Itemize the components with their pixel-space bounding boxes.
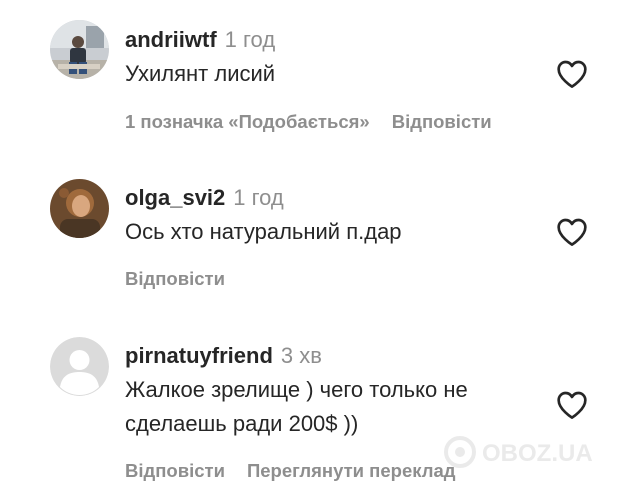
- oboz-logo-icon: OBOZ.UA: [444, 436, 593, 468]
- user-photo-avatar-icon: [50, 20, 109, 79]
- timestamp[interactable]: 1 год: [233, 185, 283, 210]
- heart-icon: [557, 218, 587, 247]
- likes-count-link[interactable]: 1 позначка «Подобається»: [125, 111, 370, 132]
- avatar[interactable]: [50, 179, 109, 238]
- username[interactable]: andriiwtf: [125, 27, 217, 52]
- comment-actions: 1 позначка «Подобається» Відповісти: [125, 111, 492, 133]
- avatar[interactable]: [50, 337, 109, 396]
- heart-icon: [557, 391, 587, 419]
- user-photo-avatar-icon: [50, 179, 109, 238]
- comment-text-line: сделаешь ради 200$ )): [125, 411, 359, 436]
- username[interactable]: olga_svi2: [125, 185, 225, 210]
- svg-text:OBOZ.UA: OBOZ.UA: [482, 440, 593, 467]
- reply-button[interactable]: Відповісти: [125, 268, 225, 289]
- username[interactable]: pirnatuyfriend: [125, 343, 273, 368]
- see-translation-button[interactable]: Переглянути переклад: [247, 460, 456, 481]
- like-button[interactable]: [556, 217, 588, 247]
- avatar[interactable]: [50, 20, 109, 79]
- heart-icon: [557, 60, 587, 88]
- watermark-logo: OBOZ.UA: [442, 432, 602, 472]
- comment-actions: Відповісти Переглянути переклад: [125, 460, 456, 482]
- comment-header: andriiwtf 1 год: [125, 26, 275, 54]
- like-button[interactable]: [556, 59, 588, 89]
- default-user-avatar-icon: [50, 337, 109, 396]
- like-button[interactable]: [556, 390, 588, 420]
- timestamp[interactable]: 1 год: [225, 27, 275, 52]
- comment-actions: Відповісти: [125, 268, 225, 290]
- reply-button[interactable]: Відповісти: [392, 111, 492, 132]
- comment-header: olga_svi2 1 год: [125, 184, 284, 212]
- reply-button[interactable]: Відповісти: [125, 460, 225, 481]
- timestamp[interactable]: 3 хв: [281, 343, 322, 368]
- comment-header: pirnatuyfriend 3 хв: [125, 342, 322, 370]
- comment-text-line: Жалкое зрелище ) чего только не: [125, 377, 468, 402]
- comment-text: Ось хто натуральний п.дар: [125, 219, 402, 244]
- comment-text: Ухилянт лисий: [125, 61, 276, 86]
